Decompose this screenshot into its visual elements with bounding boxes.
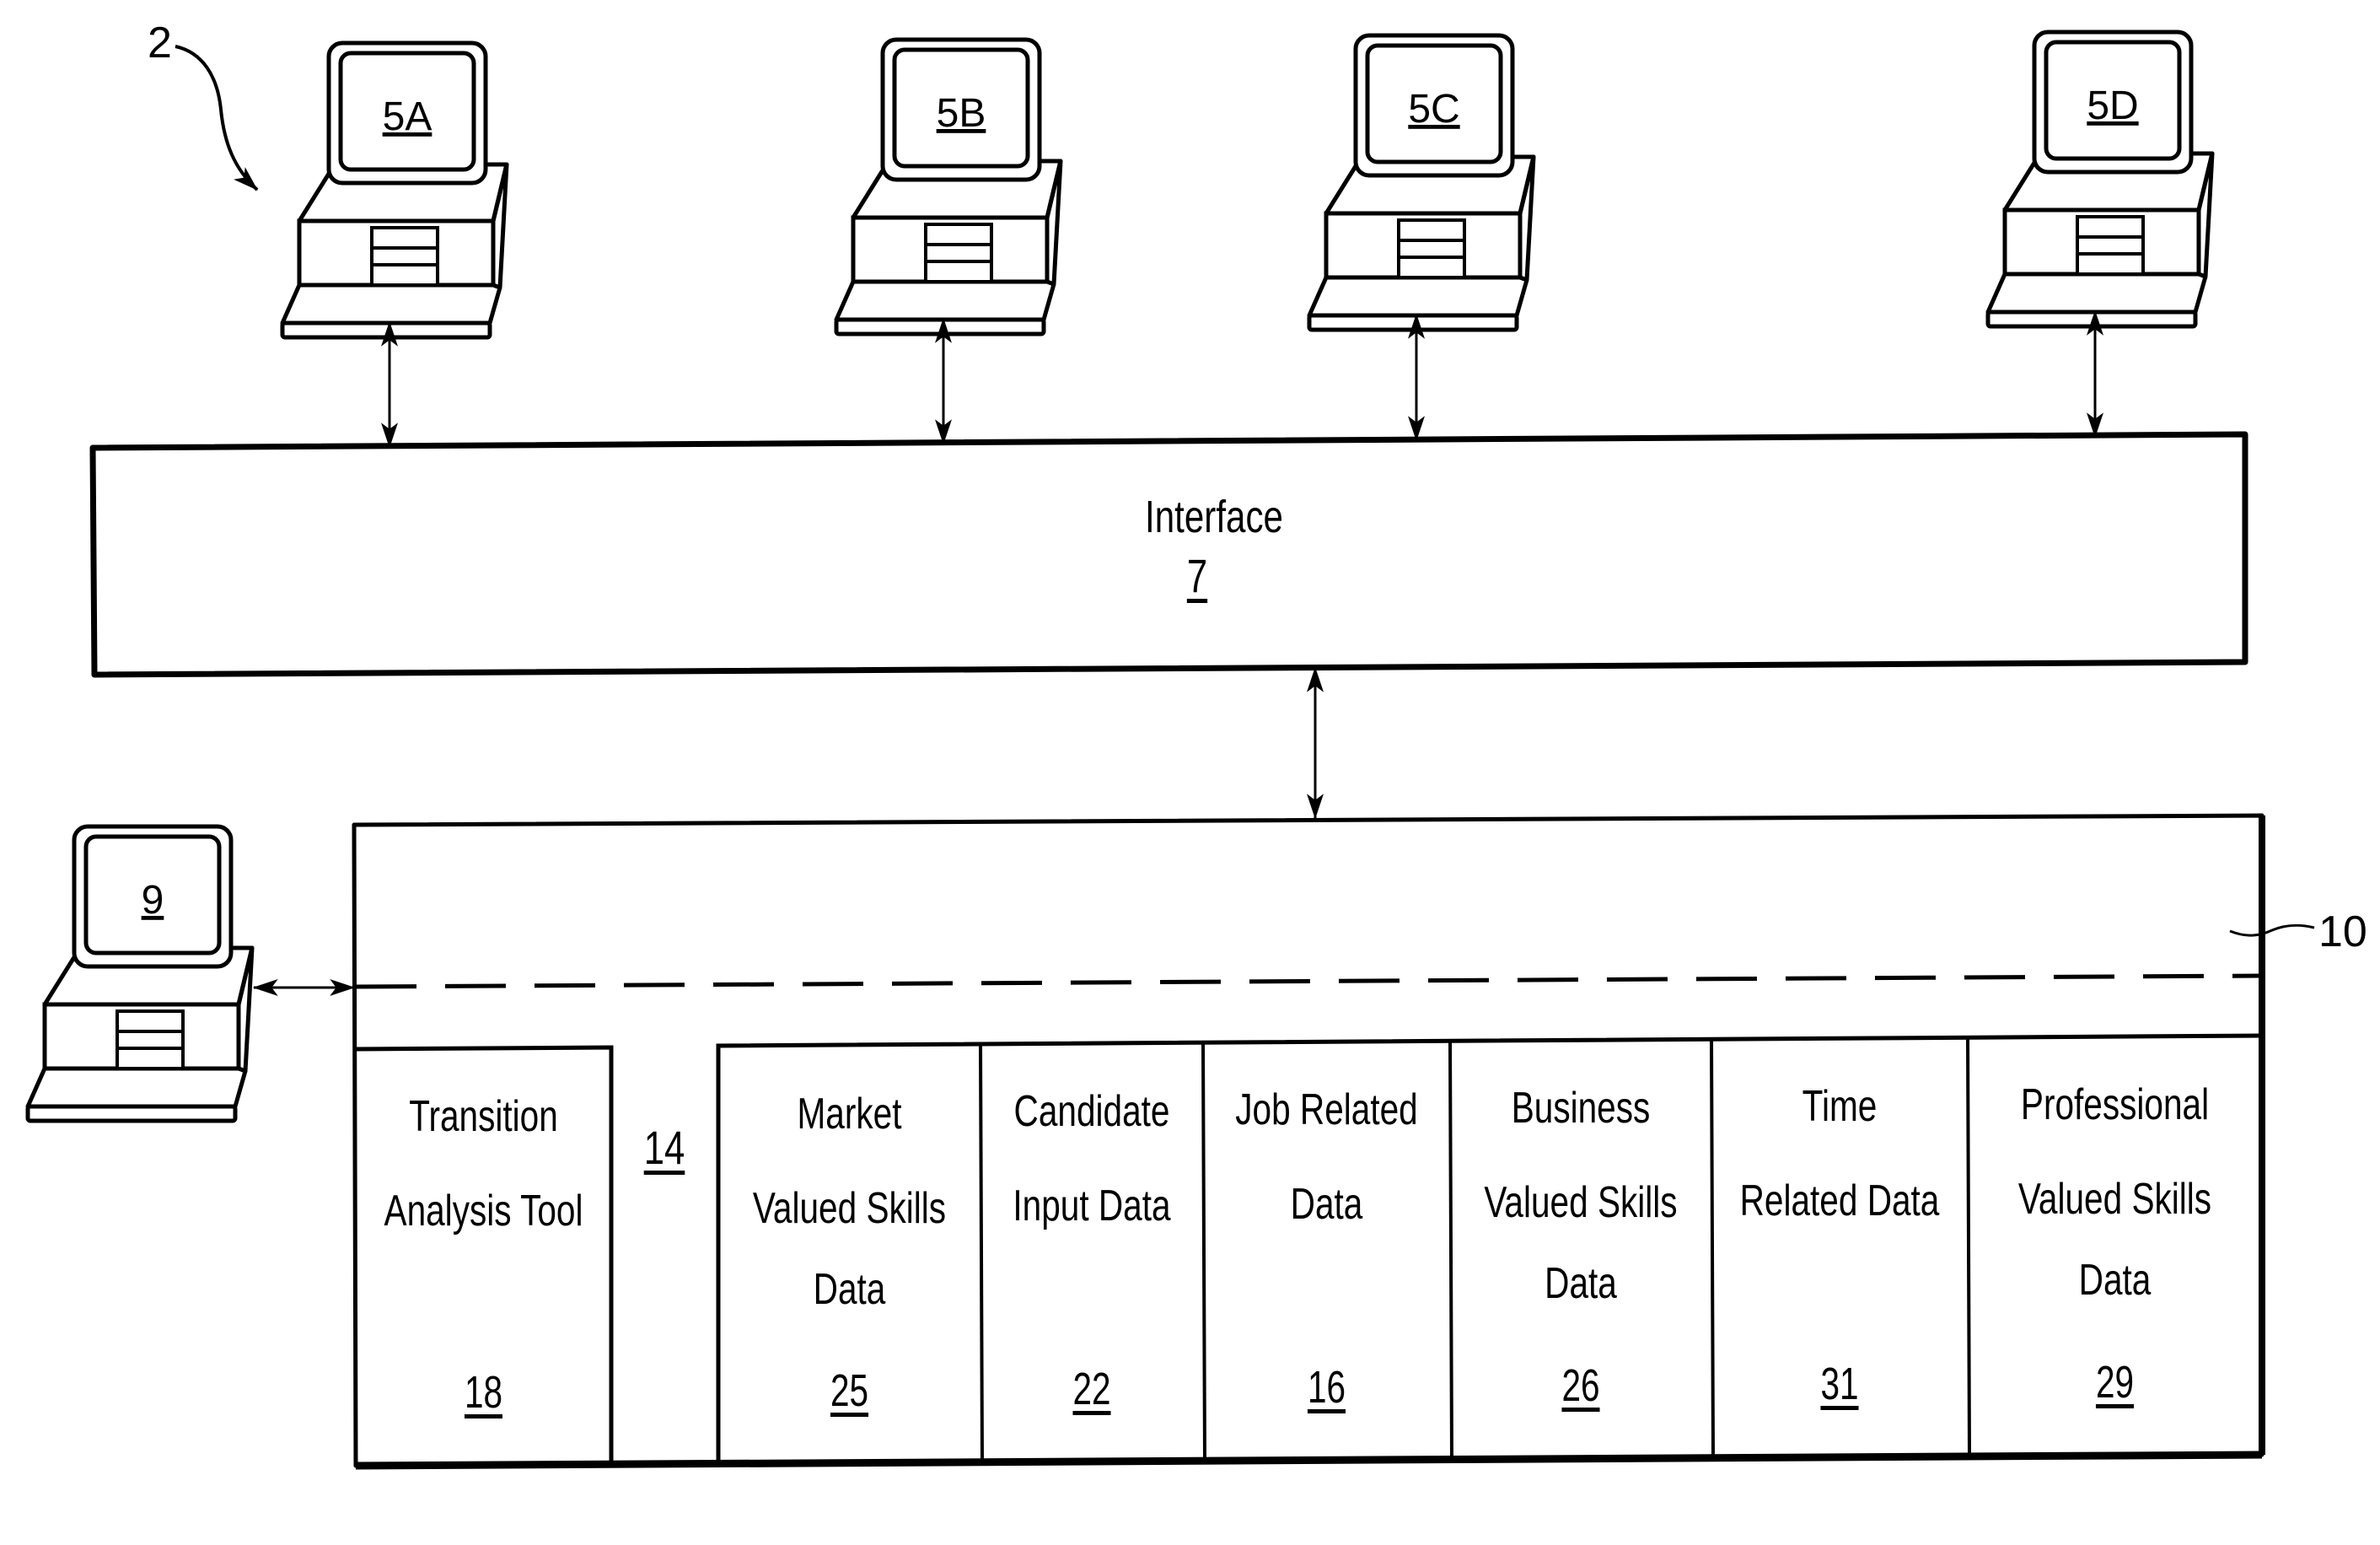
module-divider <box>1201 1042 1206 1462</box>
module-line: Transition <box>409 1092 558 1141</box>
module-candidate-input-data: Candidate Input Data <box>1005 1064 1179 1253</box>
module-ref: 25 <box>830 1365 869 1416</box>
module-line: Data <box>1545 1259 1617 1308</box>
module-line: Valued Skills <box>1484 1178 1678 1227</box>
system-ref-callout: 2 <box>148 19 259 191</box>
module-ref: 16 <box>1307 1362 1346 1413</box>
module-job-related-data: Job Related Data <box>1230 1063 1423 1252</box>
computer-icon <box>836 40 1061 334</box>
module-ref: 29 <box>2095 1357 2135 1408</box>
computer-icon <box>28 826 252 1121</box>
module-divider <box>1710 1038 1715 1459</box>
computer-icon <box>1988 32 2212 326</box>
module-line: Candidate <box>1013 1087 1170 1136</box>
computer-icon <box>282 43 507 337</box>
module-divider <box>979 1043 984 1463</box>
module-ref: 31 <box>1820 1359 1859 1409</box>
module-ref: 22 <box>1072 1364 1111 1414</box>
user-terminal-5d: 5D <box>1988 32 2212 326</box>
module-line: Data <box>1290 1180 1363 1229</box>
module-line: Job Related <box>1235 1085 1418 1134</box>
system-ref-label: 2 <box>148 19 172 67</box>
terminal-ref: 5B <box>937 91 986 136</box>
terminal-ref: 5C <box>1408 87 1459 132</box>
user-terminal-5c: 5C <box>1309 35 1534 330</box>
module-ref: 18 <box>464 1367 503 1418</box>
module-market-valued-skills-data: Market Valued Skills Data <box>747 1067 952 1323</box>
module-line: Time <box>1802 1082 1878 1131</box>
user-terminal-5a: 5A <box>282 43 507 337</box>
interface-label: Interface <box>1076 491 1352 543</box>
terminal-ref: 5D <box>2087 83 2138 128</box>
module-line: Data <box>813 1265 886 1314</box>
module-line: Valued Skills <box>752 1184 947 1233</box>
module-professional-valued-skills-data: Professional Valued Skills Data <box>2000 1058 2229 1314</box>
module-line: Valued Skills <box>2017 1175 2212 1224</box>
module-divider <box>1966 1036 1971 1457</box>
database-ref-label: 10 <box>2318 907 2367 956</box>
module-line: Analysis Tool <box>384 1187 583 1235</box>
module-business-valued-skills-data: Business Valued Skills Data <box>1479 1061 1683 1317</box>
module-line: Data <box>2078 1256 2152 1305</box>
module-transition-analysis-tool: Transition Analysis Tool <box>384 1069 583 1258</box>
terminal-ref: 9 <box>142 878 164 923</box>
module-line: Market <box>797 1090 902 1139</box>
computer-icon <box>1309 35 1534 330</box>
interface-box <box>89 431 2248 678</box>
interface-title: Interface <box>1145 492 1283 542</box>
module-divider <box>1448 1040 1453 1461</box>
module-ref: 26 <box>1561 1360 1600 1411</box>
module-line: Input Data <box>1013 1182 1171 1230</box>
gap-ref: 14 <box>643 1121 685 1174</box>
interface-ref: 7 <box>1186 549 1208 602</box>
user-terminal-5b: 5B <box>836 40 1061 334</box>
system-ref-arrow <box>175 45 259 191</box>
terminal-ref: 5A <box>383 94 432 139</box>
module-line: Professional <box>2020 1080 2210 1129</box>
module-line: Business <box>1511 1084 1651 1133</box>
module-time-related-data: Time Related Data <box>1739 1059 1940 1248</box>
module-line: Related Data <box>1739 1176 1940 1225</box>
admin-terminal-9: 9 <box>28 826 252 1121</box>
